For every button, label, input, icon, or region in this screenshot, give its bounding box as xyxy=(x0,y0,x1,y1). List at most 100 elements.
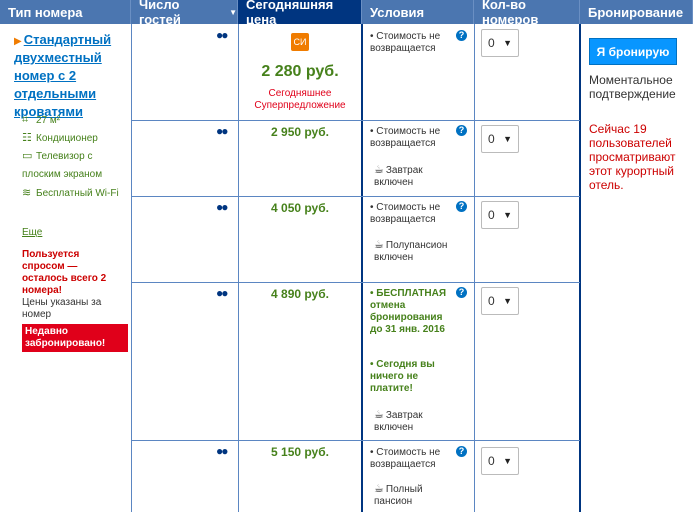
divider xyxy=(132,440,580,441)
deal-icon-wrap: СИ xyxy=(239,33,361,51)
condition-nonrefundable: • Стоимость не возвращается xyxy=(370,126,441,149)
super-deal-icon: СИ xyxy=(291,33,309,51)
header-conditions-label: Условия xyxy=(370,4,425,20)
area-icon: ⌗ xyxy=(22,114,29,126)
instant-confirmation: Моментальное подтверждение xyxy=(589,73,676,101)
facility-wifi: ≋ Бесплатный Wi-Fi xyxy=(22,184,122,203)
meal-info: ☕ Завтрак включен xyxy=(374,409,458,434)
meal-icon: ☕ xyxy=(374,164,384,176)
wifi-icon: ≋ xyxy=(22,187,32,199)
recently-booked-badge: Недавно забронировано! xyxy=(22,324,128,352)
meal-info: ☕ Завтрак включен xyxy=(374,164,458,189)
room-table: Тип номера Число гостей ▼ Сегодняшняя цен… xyxy=(0,0,693,512)
header-price-label: Сегодняшняя цена xyxy=(246,0,334,27)
pay-later: • Сегодня вы ничего не платите! xyxy=(370,359,435,394)
header-booking: Бронирование xyxy=(580,0,693,24)
rooms-select-value: 0 xyxy=(488,208,495,222)
arrow-right-icon: ▶ xyxy=(14,36,22,47)
meal-icon: ☕ xyxy=(374,483,384,495)
chevron-down-icon: ▼ xyxy=(503,296,512,306)
divider xyxy=(132,196,580,197)
condition-text: Стоимость не возвращается xyxy=(370,447,441,470)
header-rooms-count: Кол-во номеров xyxy=(474,0,580,27)
meal-icon: ☕ xyxy=(374,239,384,251)
chevron-down-icon: ▼ xyxy=(503,134,512,144)
facility-ac: ☷ Кондиционер xyxy=(22,129,128,148)
watchers-notice: Сейчас 19 пользователей просматривают эт… xyxy=(589,122,676,192)
facility-tv: ▭ Телевизор с плоским экраном xyxy=(22,147,128,184)
offer-price: 2 280 руб. xyxy=(261,63,339,80)
two-guests-icon: ●● xyxy=(216,28,228,42)
header-room-type[interactable]: Тип номера xyxy=(0,0,131,24)
facility-label: Кондиционер xyxy=(36,133,98,144)
condition-nonrefundable: • Стоимость не возвращается xyxy=(370,447,441,470)
demand-notice: Пользуется спросом — осталось всего 2 но… xyxy=(22,249,107,296)
help-icon[interactable]: ? xyxy=(456,287,467,298)
divider xyxy=(132,120,580,121)
condition-text: Стоимость не возвращается xyxy=(370,202,441,225)
room-name-link[interactable]: Стандартный двухместный номер с 2 отдель… xyxy=(14,32,111,119)
meal-info: ☕ Полный пансион xyxy=(374,483,458,508)
meal-info: ☕ Полупансион включен xyxy=(374,239,458,264)
offer-price: 5 150 руб. xyxy=(271,445,329,459)
facility-area: ⌗ 27 м² xyxy=(22,111,128,130)
help-icon[interactable]: ? xyxy=(456,125,467,136)
tv-icon: ▭ xyxy=(22,150,33,162)
rooms-select-value: 0 xyxy=(488,294,495,308)
facility-label: Бесплатный Wi-Fi xyxy=(36,188,119,199)
super-deal-text: Сегодняшнее Суперпредложение xyxy=(254,88,346,111)
offer-price: 4 050 руб. xyxy=(271,201,329,215)
booked-badge-wrap: Недавно забронировано! xyxy=(22,324,128,352)
divider xyxy=(361,24,363,512)
divider xyxy=(131,24,132,512)
header-conditions: Условия xyxy=(362,0,474,24)
rooms-select[interactable]: 0 ▼ xyxy=(481,287,519,315)
help-icon[interactable]: ? xyxy=(456,201,467,212)
condition-nonrefundable: • Стоимость не возвращается xyxy=(370,31,441,54)
help-icon[interactable]: ? xyxy=(456,446,467,457)
more-link[interactable]: Еще xyxy=(22,227,42,238)
free-cancel-text: БЕСПЛАТНАЯ отмена бронирования до 31 янв… xyxy=(370,288,447,335)
header-guests-label: Число гостей xyxy=(139,0,181,27)
two-guests-icon: ●● xyxy=(216,200,228,214)
condition-nonrefundable: • Стоимость не возвращается xyxy=(370,202,441,225)
book-now-button[interactable]: Я бронирую xyxy=(589,38,677,65)
divider xyxy=(238,24,239,512)
two-guests-icon: ●● xyxy=(216,124,228,138)
two-guests-icon: ●● xyxy=(216,286,228,300)
divider xyxy=(132,282,580,283)
chevron-down-icon: ▼ xyxy=(503,456,512,466)
header-rooms-label: Кол-во номеров xyxy=(482,0,539,27)
rooms-select-value: 0 xyxy=(488,454,495,468)
rooms-select[interactable]: 0 ▼ xyxy=(481,125,519,153)
rooms-select[interactable]: 0 ▼ xyxy=(481,29,519,57)
header-room-type-label: Тип номера xyxy=(8,4,83,20)
condition-text: Стоимость не возвращается xyxy=(370,31,441,54)
rooms-select-value: 0 xyxy=(488,132,495,146)
header-booking-label: Бронирование xyxy=(588,4,684,20)
help-icon[interactable]: ? xyxy=(456,30,467,41)
divider xyxy=(474,24,475,512)
offer-price: 4 890 руб. xyxy=(271,287,329,301)
pay-later-text: Сегодня вы ничего не платите! xyxy=(370,359,435,394)
rooms-select[interactable]: 0 ▼ xyxy=(481,447,519,475)
header-guests[interactable]: Число гостей ▼ xyxy=(131,0,238,27)
rooms-select[interactable]: 0 ▼ xyxy=(481,201,519,229)
ac-icon: ☷ xyxy=(22,132,32,144)
meal-icon: ☕ xyxy=(374,409,384,421)
chevron-down-icon: ▼ xyxy=(503,38,512,48)
meal-text: Полупансион включен xyxy=(374,240,448,263)
sort-down-icon[interactable]: ▼ xyxy=(229,8,237,17)
chevron-down-icon: ▼ xyxy=(503,210,512,220)
prices-note: Цены указаны за номер xyxy=(22,297,102,320)
facility-label: 27 м² xyxy=(36,115,61,126)
header-price[interactable]: Сегодняшняя цена xyxy=(238,0,362,27)
rooms-select-value: 0 xyxy=(488,36,495,50)
more-link-wrap: Еще xyxy=(22,222,42,240)
room-name-block: ▶ Стандартный двухместный номер с 2 отдел… xyxy=(14,31,126,121)
two-guests-icon: ●● xyxy=(216,444,228,458)
offer-price: 2 950 руб. xyxy=(271,125,329,139)
divider xyxy=(579,24,581,512)
free-cancellation: • БЕСПЛАТНАЯ отмена бронирования до 31 я… xyxy=(370,288,447,335)
condition-text: Стоимость не возвращается xyxy=(370,126,441,149)
